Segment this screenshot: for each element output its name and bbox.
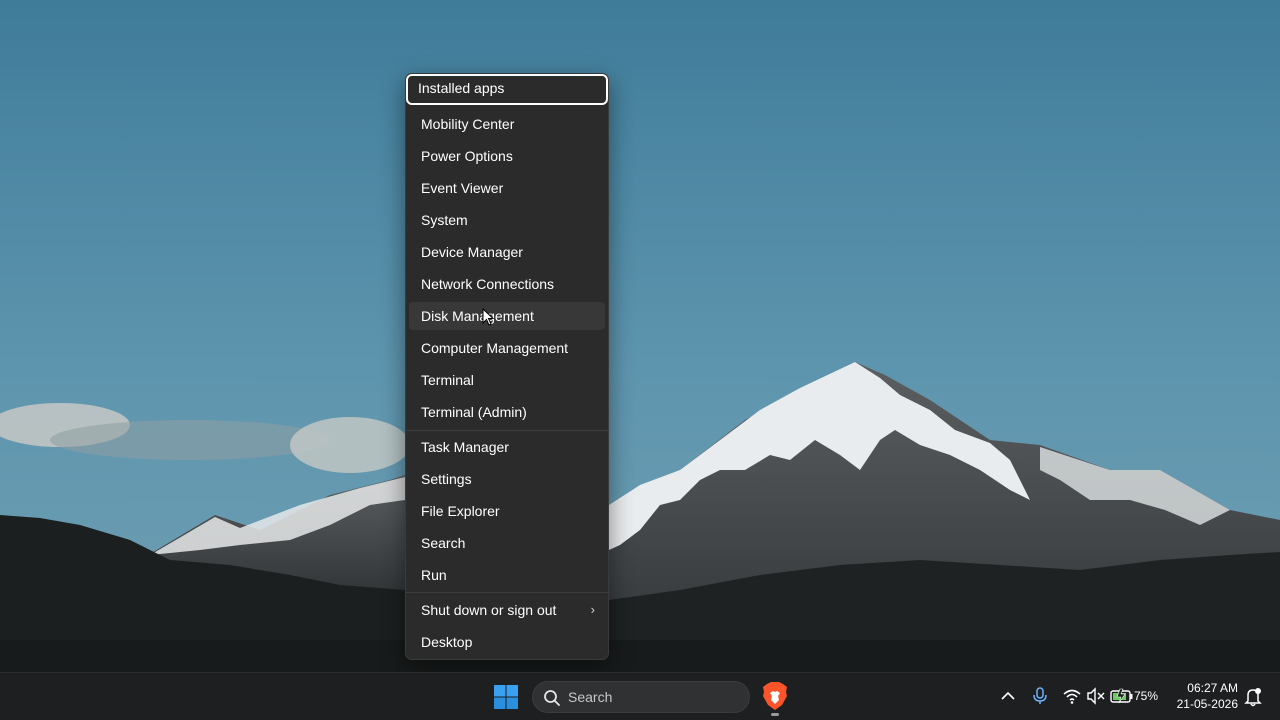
chevron-right-icon: › — [590, 602, 595, 617]
menu-item-label: Power Options — [421, 148, 513, 164]
search-placeholder: Search — [568, 689, 613, 705]
volume-muted-icon[interactable] — [1086, 687, 1106, 710]
menu-item-event-viewer[interactable]: Event Viewer — [409, 174, 605, 202]
windows-logo-icon — [494, 685, 518, 709]
clock-date: 21-05-2026 — [1176, 697, 1238, 711]
menu-item-power-options[interactable]: Power Options — [409, 142, 605, 170]
battery-percent: 75% — [1134, 689, 1159, 703]
start-button[interactable] — [492, 683, 520, 711]
wifi-icon[interactable] — [1062, 687, 1082, 710]
menu-item-desktop[interactable]: Desktop — [409, 628, 605, 656]
microphone-icon[interactable] — [1031, 686, 1049, 711]
menu-item-terminal-admin[interactable]: Terminal (Admin) — [409, 398, 605, 426]
taskbar: Search 75% 06:27 AM 21-05-2026 — [0, 672, 1280, 720]
menu-item-label: Terminal — [421, 372, 474, 388]
menu-item-run[interactable]: Run — [409, 561, 605, 589]
menu-item-file-explorer[interactable]: File Explorer — [409, 497, 605, 525]
menu-item-search[interactable]: Search — [409, 529, 605, 557]
search-icon — [544, 690, 560, 706]
battery-charging-icon[interactable] — [1110, 688, 1134, 709]
system-clock[interactable]: 06:27 AM 21-05-2026 — [1168, 680, 1238, 712]
desktop-wallpaper — [0, 0, 1280, 672]
menu-item-label: Settings — [421, 471, 472, 487]
menu-item-label: Run — [421, 567, 447, 583]
menu-item-label: Mobility Center — [421, 116, 515, 132]
running-indicator — [771, 713, 779, 716]
brave-icon — [763, 682, 787, 710]
menu-item-task-manager[interactable]: Task Manager — [409, 433, 605, 461]
menu-item-installed-apps[interactable]: Installed apps — [406, 74, 608, 105]
quick-link-menu: Installed apps Mobility Center Power Opt… — [405, 73, 609, 660]
taskbar-app-brave[interactable] — [761, 681, 789, 713]
menu-item-label: Computer Management — [421, 340, 569, 356]
menu-item-label: Terminal (Admin) — [421, 404, 527, 420]
menu-item-mobility-center[interactable]: Mobility Center — [409, 110, 605, 138]
menu-item-label: System — [421, 212, 468, 228]
menu-item-settings[interactable]: Settings — [409, 465, 605, 493]
menu-item-label: Task Manager — [421, 439, 509, 455]
menu-item-label: Network Connections — [421, 276, 555, 292]
menu-item-label: Event Viewer — [421, 180, 504, 196]
menu-item-disk-management[interactable]: Disk Management — [409, 302, 605, 330]
menu-item-network-connections[interactable]: Network Connections — [409, 270, 605, 298]
mouse-cursor-icon — [482, 307, 495, 331]
menu-item-label: Installed apps — [418, 80, 505, 96]
menu-item-terminal[interactable]: Terminal — [409, 366, 605, 394]
chevron-up-icon[interactable] — [999, 687, 1017, 710]
menu-item-shut-down-or-sign-out[interactable]: Shut down or sign out › — [409, 596, 605, 624]
menu-item-device-manager[interactable]: Device Manager — [409, 238, 605, 266]
menu-separator — [406, 592, 608, 593]
menu-item-system[interactable]: System — [409, 206, 605, 234]
menu-item-computer-management[interactable]: Computer Management — [409, 334, 605, 362]
menu-item-label: File Explorer — [421, 503, 500, 519]
menu-item-label: Shut down or sign out — [421, 602, 557, 618]
menu-item-label: Device Manager — [421, 244, 523, 260]
menu-separator — [406, 430, 608, 431]
notification-bell-icon[interactable] — [1244, 687, 1262, 712]
menu-item-label: Desktop — [421, 634, 473, 650]
menu-item-label: Search — [421, 535, 466, 551]
clock-time: 06:27 AM — [1187, 681, 1238, 695]
menu-item-label: Disk Management — [421, 308, 534, 324]
taskbar-search-box[interactable]: Search — [532, 681, 750, 713]
